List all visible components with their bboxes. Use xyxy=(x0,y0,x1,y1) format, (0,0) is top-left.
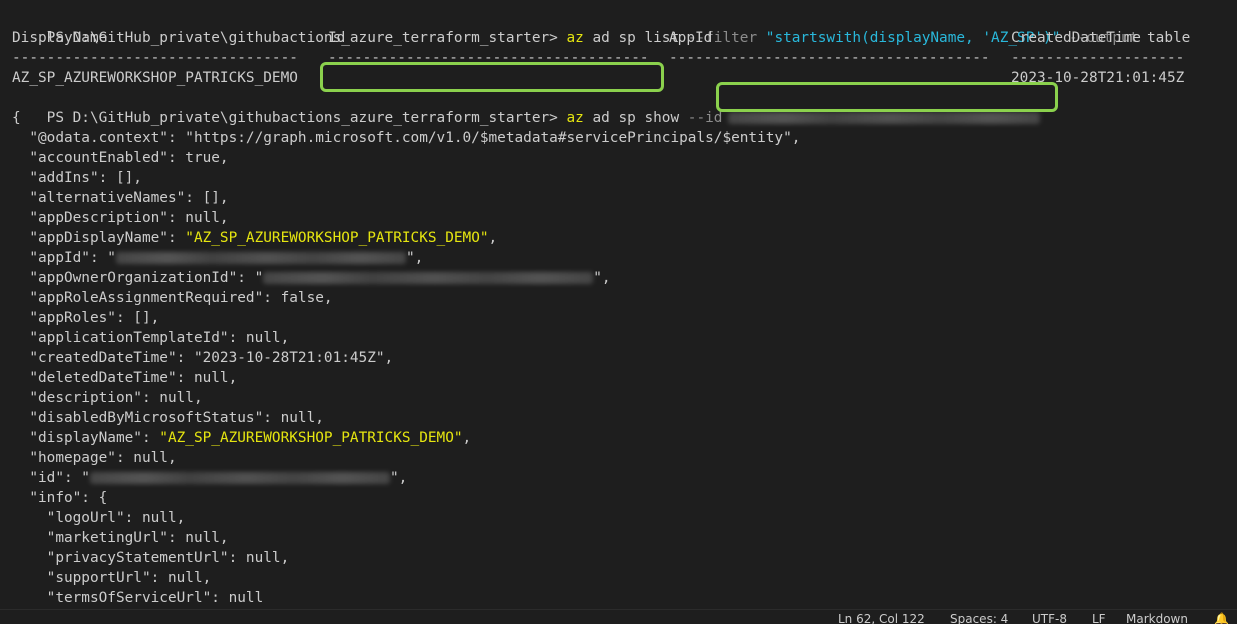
json-line: "accountEnabled": true, xyxy=(12,148,1237,168)
json-line: "termsOfServiceUrl": null xyxy=(12,588,1237,608)
table-header-row: DisplayName Id AppId CreatedDateTime xyxy=(12,28,1237,48)
json-string-value: "AZ_SP_AZUREWORKSHOP_PATRICKS_DEMO" xyxy=(185,230,489,246)
table-header-cell: DisplayName xyxy=(12,30,108,46)
json-line: "supportUrl": null, xyxy=(12,568,1237,588)
json-text: "appDescription": null, xyxy=(12,210,229,226)
json-line: "deletedDateTime": null, xyxy=(12,368,1237,388)
json-punctuation: , xyxy=(462,430,472,446)
json-text: "alternativeNames": [], xyxy=(12,190,229,206)
json-text: "appRoleAssignmentRequired": false, xyxy=(12,290,333,306)
table-separator: -------------------- xyxy=(1011,50,1185,66)
json-line: "homepage": null, xyxy=(12,448,1237,468)
json-text: "info": { xyxy=(12,490,108,506)
json-text: "deletedDateTime": null, xyxy=(12,370,238,386)
json-text: "displayName": xyxy=(12,430,160,446)
json-text: "appDisplayName": xyxy=(12,230,186,246)
json-line: "marketingUrl": null, xyxy=(12,528,1237,548)
json-line: "appRoles": [], xyxy=(12,308,1237,328)
json-text: "homepage": null, xyxy=(12,450,177,466)
table-header-cell: Id xyxy=(328,30,346,46)
json-text: "appOwnerOrganizationId": " xyxy=(12,270,264,286)
json-line: "applicationTemplateId": null, xyxy=(12,328,1237,348)
json-text: "logoUrl": null, xyxy=(12,510,186,526)
table-separator: ------------------------------------- xyxy=(669,50,990,66)
indentation-setting[interactable]: Spaces: 4 xyxy=(950,612,1008,624)
json-line: "appOwnerOrganizationId": " ", xyxy=(12,268,1237,288)
json-text: "appRoles": [], xyxy=(12,310,160,326)
json-output: { "@odata.context": "https://graph.micro… xyxy=(12,108,1237,608)
json-text: "privacyStatementUrl": null, xyxy=(12,550,290,566)
json-punctuation: ", xyxy=(593,270,611,286)
eol-setting[interactable]: LF xyxy=(1092,612,1106,624)
language-mode[interactable]: Markdown xyxy=(1126,612,1188,624)
json-line: "description": null, xyxy=(12,388,1237,408)
json-text: "accountEnabled": true, xyxy=(12,150,229,166)
status-bar: Ln 62, Col 122 Spaces: 4 UTF-8 LF Markdo… xyxy=(0,609,1237,624)
json-line: "addIns": [], xyxy=(12,168,1237,188)
redacted-value xyxy=(89,472,390,484)
table-cell-displayname: AZ_SP_AZUREWORKSHOP_PATRICKS_DEMO xyxy=(12,70,298,86)
json-text: "addIns": [], xyxy=(12,170,142,186)
json-string-value: "AZ_SP_AZUREWORKSHOP_PATRICKS_DEMO" xyxy=(159,430,463,446)
json-line: "alternativeNames": [], xyxy=(12,188,1237,208)
json-line: "createdDateTime": "2023-10-28T21:01:45Z… xyxy=(12,348,1237,368)
json-text: "applicationTemplateId": null, xyxy=(12,330,290,346)
json-text: "appId": " xyxy=(12,250,116,266)
json-line: { xyxy=(12,108,1237,128)
command-line-list: PS D:\GitHub_private\githubactions_azure… xyxy=(12,8,1237,46)
json-line: "info": { xyxy=(12,488,1237,508)
json-line: "appRoleAssignmentRequired": false, xyxy=(12,288,1237,308)
json-text: "@odata.context": "https://graph.microso… xyxy=(12,130,801,146)
json-text: "termsOfServiceUrl": null xyxy=(12,590,264,606)
redacted-value xyxy=(115,252,406,264)
json-text: "description": null, xyxy=(12,390,203,406)
json-text: "supportUrl": null, xyxy=(12,570,212,586)
table-header-cell: CreatedDateTime xyxy=(1011,30,1141,46)
command-line-show: PS D:\GitHub_private\githubactions_azure… xyxy=(12,82,1237,126)
terminal-output[interactable]: PS D:\GitHub_private\githubactions_azure… xyxy=(0,0,1237,610)
json-line: "appDescription": null, xyxy=(12,208,1237,228)
json-punctuation: ", xyxy=(405,250,424,266)
json-line: "disabledByMicrosoftStatus": null, xyxy=(12,408,1237,428)
json-text: { xyxy=(12,110,21,126)
encoding-setting[interactable]: UTF-8 xyxy=(1032,612,1067,624)
json-punctuation: , xyxy=(488,230,498,246)
notifications-bell-icon[interactable]: 🔔 xyxy=(1214,612,1229,624)
json-line: "privacyStatementUrl": null, xyxy=(12,548,1237,568)
table-header-cell: AppId xyxy=(669,30,713,46)
cursor-position[interactable]: Ln 62, Col 122 xyxy=(838,612,925,624)
table-separator: --------------------------------- xyxy=(12,50,298,66)
json-line: "logoUrl": null, xyxy=(12,508,1237,528)
json-text: "createdDateTime": "2023-10-28T21:01:45Z… xyxy=(12,350,394,366)
json-text: "marketingUrl": null, xyxy=(12,530,229,546)
json-text: "id": " xyxy=(12,470,90,486)
json-line: "appDisplayName": "AZ_SP_AZUREWORKSHOP_P… xyxy=(12,228,1237,248)
json-line: "displayName": "AZ_SP_AZUREWORKSHOP_PATR… xyxy=(12,428,1237,448)
json-line: "id": " ", xyxy=(12,468,1237,488)
json-punctuation: ", xyxy=(389,470,408,486)
redacted-value xyxy=(263,272,594,284)
json-text: "disabledByMicrosoftStatus": null, xyxy=(12,410,324,426)
json-line: "@odata.context": "https://graph.microso… xyxy=(12,128,1237,148)
json-line: "appId": " ", xyxy=(12,248,1237,268)
